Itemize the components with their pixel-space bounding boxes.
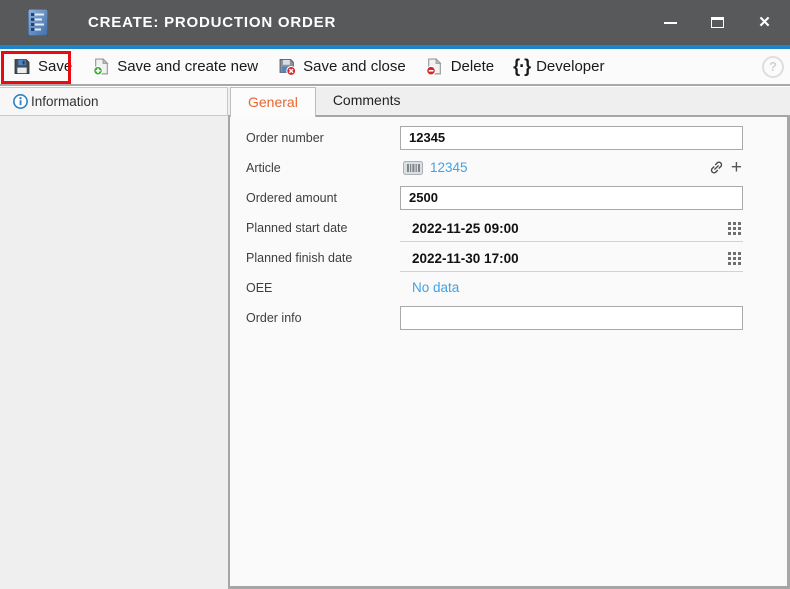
add-icon[interactable]: +: [731, 158, 742, 177]
article-link[interactable]: 12345: [430, 160, 468, 175]
ordered-amount-row: Ordered amount: [246, 183, 743, 212]
date-grid-icon[interactable]: [728, 252, 741, 265]
save-button[interactable]: Save: [10, 56, 74, 78]
save-and-create-new-button[interactable]: Save and create new: [89, 56, 260, 78]
barcode-icon: [403, 161, 423, 175]
article-label: Article: [246, 161, 400, 175]
planned-finish-date-label: Planned finish date: [246, 251, 400, 265]
dialog-window: { "window": { "title": "CREATE: PRODUCTI…: [0, 0, 790, 589]
help-icon: ?: [769, 59, 777, 74]
order-info-label: Order info: [246, 311, 400, 325]
toolbar: Save Save and create new Save and close: [0, 49, 790, 86]
tab-strip: General Comments: [228, 87, 790, 117]
information-panel: [0, 116, 228, 589]
developer-braces-icon: {·}: [513, 56, 530, 77]
order-info-input[interactable]: [400, 306, 743, 330]
order-info-row: Order info: [246, 303, 743, 332]
save-close-icon: [277, 58, 297, 76]
save-and-close-label: Save and close: [303, 58, 406, 75]
delete-button[interactable]: Delete: [423, 56, 496, 78]
window-title: CREATE: PRODUCTION ORDER: [88, 14, 336, 31]
tab-comments[interactable]: Comments: [316, 87, 418, 115]
order-number-input[interactable]: [400, 126, 743, 150]
article-actions: +: [709, 158, 743, 177]
planned-start-date-row: Planned start date 2022-11-25 09:00: [246, 213, 743, 242]
article-row: Article 12345 +: [246, 153, 743, 182]
order-number-row: Order number: [246, 123, 743, 152]
info-icon: [13, 94, 28, 109]
minimize-icon: [664, 22, 677, 24]
oee-label: OEE: [246, 281, 400, 295]
minimize-button[interactable]: [647, 0, 694, 45]
titlebar: CREATE: PRODUCTION ORDER ✕: [0, 0, 790, 45]
maximize-icon: [711, 17, 724, 28]
planned-start-date-field[interactable]: 2022-11-25 09:00: [400, 216, 743, 242]
delete-button-label: Delete: [451, 58, 494, 75]
general-tab-panel: Order number Article 12345: [228, 117, 790, 589]
save-create-new-icon: [91, 58, 111, 76]
save-button-label: Save: [38, 58, 72, 75]
save-and-create-new-label: Save and create new: [117, 58, 258, 75]
close-icon: ✕: [758, 15, 771, 30]
save-floppy-icon: [12, 58, 32, 76]
order-number-label: Order number: [246, 131, 400, 145]
ordered-amount-input[interactable]: [400, 186, 743, 210]
ordered-amount-label: Ordered amount: [246, 191, 400, 205]
window-controls: ✕: [647, 0, 788, 45]
information-section-header[interactable]: Information: [0, 87, 228, 116]
delete-icon: [425, 58, 445, 76]
maximize-button[interactable]: [694, 0, 741, 45]
oee-value: No data: [400, 280, 459, 295]
production-order-document-icon: [28, 9, 48, 36]
help-button[interactable]: ?: [762, 56, 784, 78]
link-icon[interactable]: [709, 160, 724, 175]
planned-start-date-value: 2022-11-25 09:00: [412, 221, 519, 236]
information-header-label: Information: [31, 94, 99, 109]
tab-general[interactable]: General: [230, 87, 316, 117]
developer-button-label: Developer: [536, 58, 604, 75]
planned-finish-date-value: 2022-11-30 17:00: [412, 251, 519, 266]
date-grid-icon[interactable]: [728, 222, 741, 235]
planned-finish-date-field[interactable]: 2022-11-30 17:00: [400, 246, 743, 272]
planned-finish-date-row: Planned finish date 2022-11-30 17:00: [246, 243, 743, 272]
planned-start-date-label: Planned start date: [246, 221, 400, 235]
save-and-close-button[interactable]: Save and close: [275, 56, 408, 78]
close-button[interactable]: ✕: [741, 0, 788, 45]
oee-row: OEE No data: [246, 273, 743, 302]
developer-button[interactable]: {·} Developer: [511, 54, 606, 79]
